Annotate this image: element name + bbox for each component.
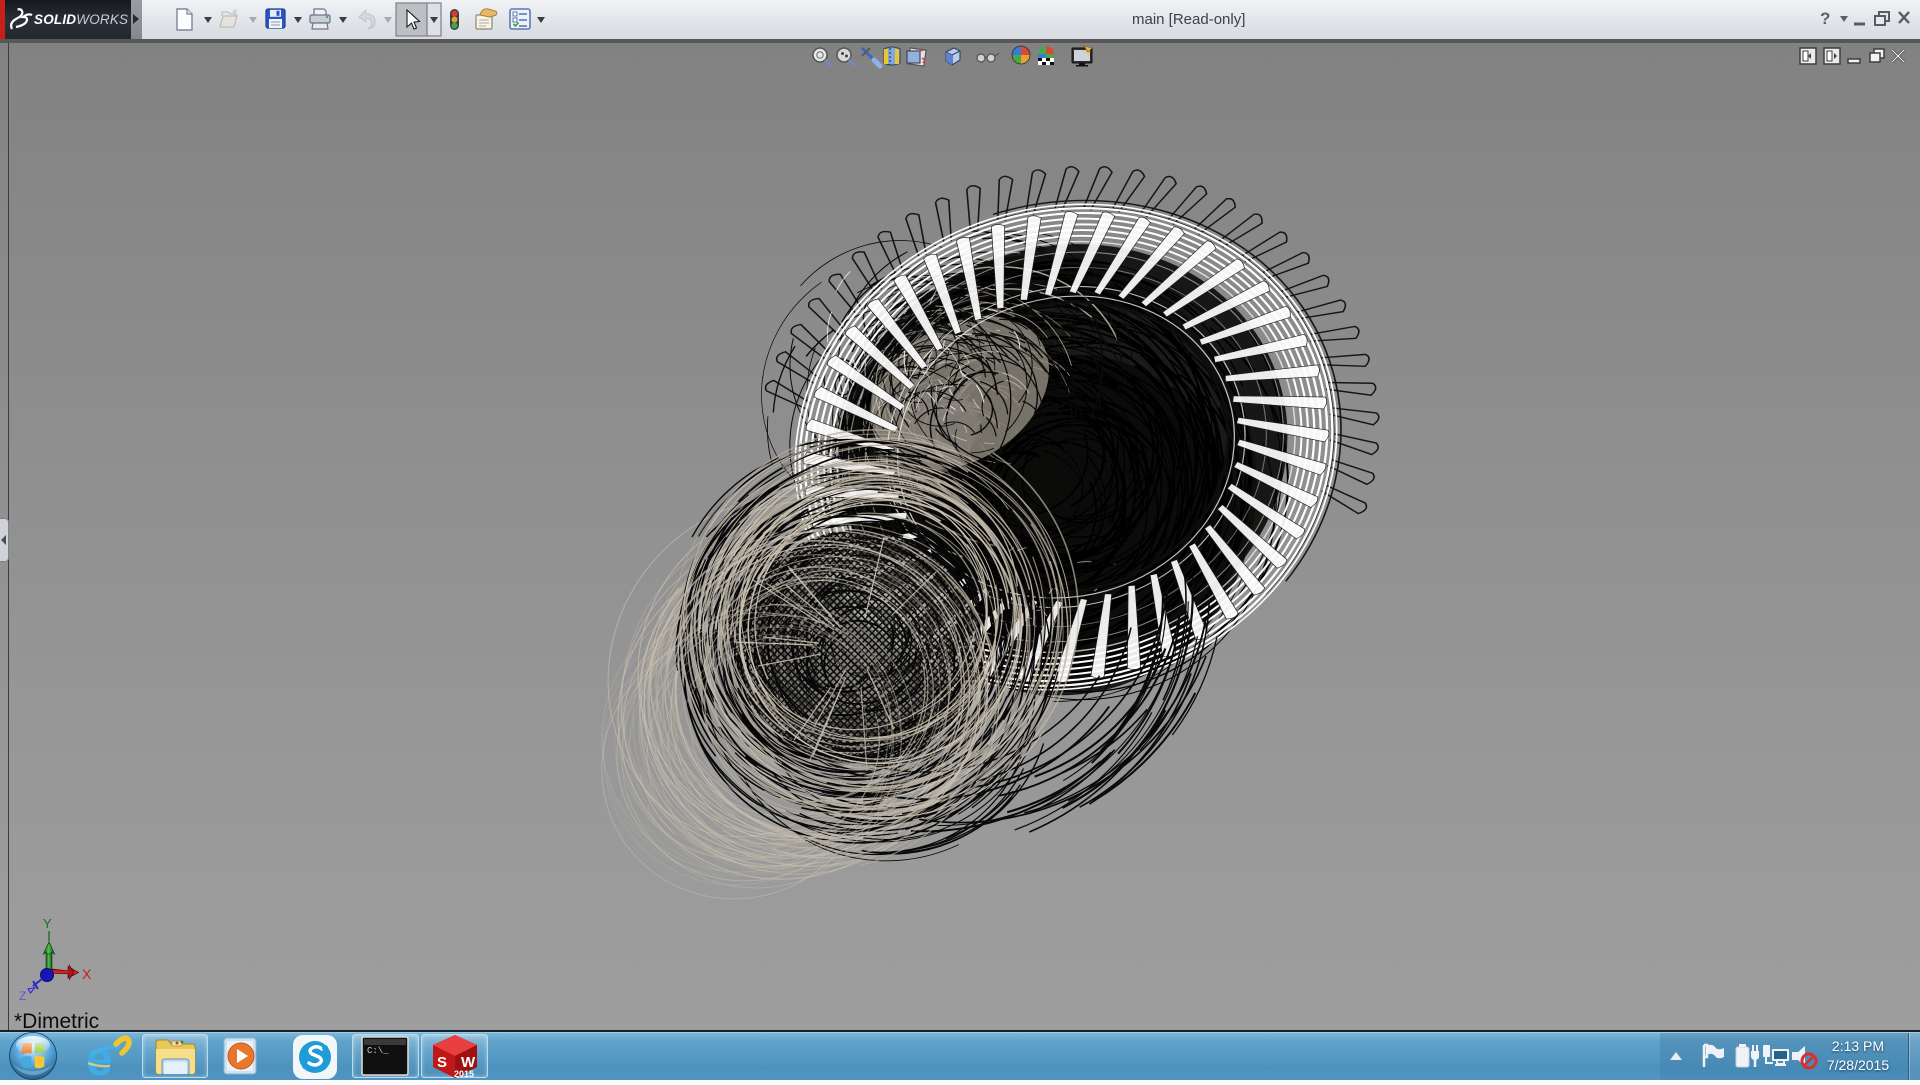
svg-text:Y: Y	[43, 916, 52, 931]
svg-text:2015: 2015	[454, 1069, 474, 1079]
svg-text:Z: Z	[19, 989, 26, 1003]
svg-text:S: S	[437, 1054, 447, 1071]
svg-text:C:\_: C:\_	[367, 1046, 389, 1056]
svg-text:X: X	[82, 966, 92, 982]
svg-text:e: e	[86, 1033, 113, 1085]
